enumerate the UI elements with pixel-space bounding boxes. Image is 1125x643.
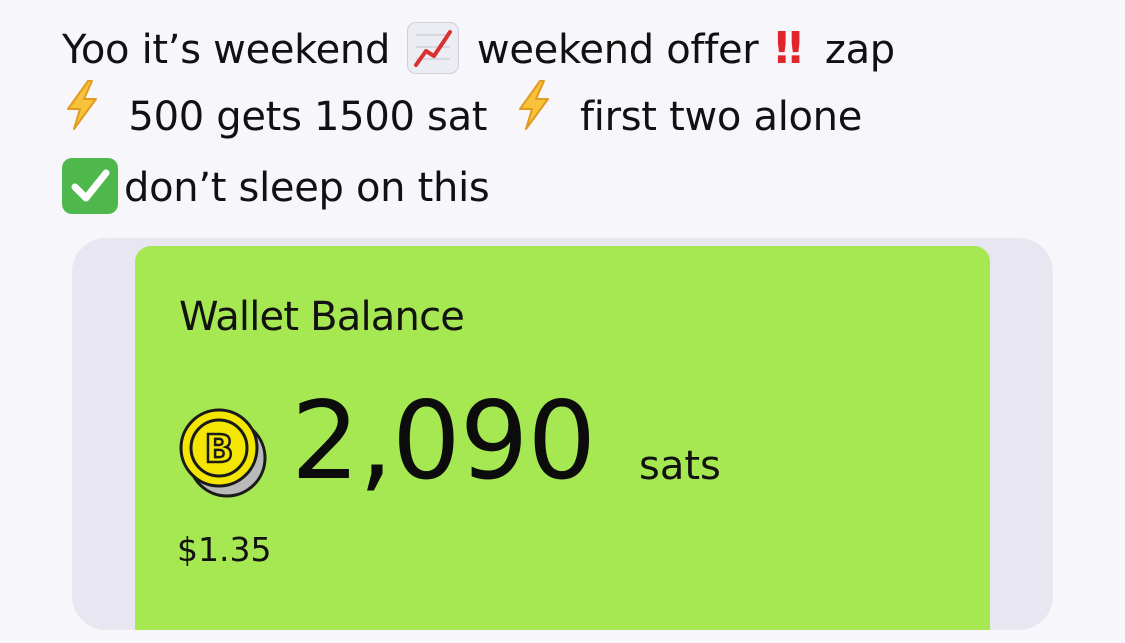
balance-amount: 2,090 bbox=[291, 379, 596, 504]
post-text-segment: zap bbox=[824, 27, 895, 73]
chart-increasing-icon bbox=[406, 22, 459, 74]
lightning-icon bbox=[62, 79, 102, 151]
post-text-segment: weekend offer bbox=[476, 27, 759, 73]
post-text-segment: first two alone bbox=[580, 94, 863, 140]
bitcoin-coin-icon: B bbox=[175, 404, 271, 500]
post-line-1: Yoo it’s weekend weekend offer ‼ zap bbox=[62, 16, 1102, 83]
post-text-segment: Yoo it’s weekend bbox=[62, 27, 391, 73]
wallet-card-frame: Wallet Balance B 2,090 sats $1.35 bbox=[72, 238, 1053, 630]
post-text-segment: 500 gets 1500 sat bbox=[128, 94, 488, 140]
wallet-balance-card[interactable]: Wallet Balance B 2,090 sats $1.35 bbox=[135, 246, 990, 630]
post-text: Yoo it’s weekend weekend offer ‼ zap 500… bbox=[62, 16, 1102, 221]
coin-symbol: B bbox=[205, 427, 234, 471]
double-exclamation-icon: ‼ bbox=[774, 23, 803, 74]
post-text-segment: don’t sleep on this bbox=[124, 165, 490, 211]
balance-unit: sats bbox=[639, 443, 721, 489]
fiat-value: $1.35 bbox=[177, 530, 272, 569]
wallet-title: Wallet Balance bbox=[179, 294, 465, 340]
lightning-icon bbox=[514, 79, 554, 151]
post-line-2: 500 gets 1500 sat first two alone bbox=[62, 80, 1102, 155]
check-mark-icon bbox=[62, 158, 118, 214]
post-line-3: don’t sleep on this bbox=[62, 155, 1102, 221]
